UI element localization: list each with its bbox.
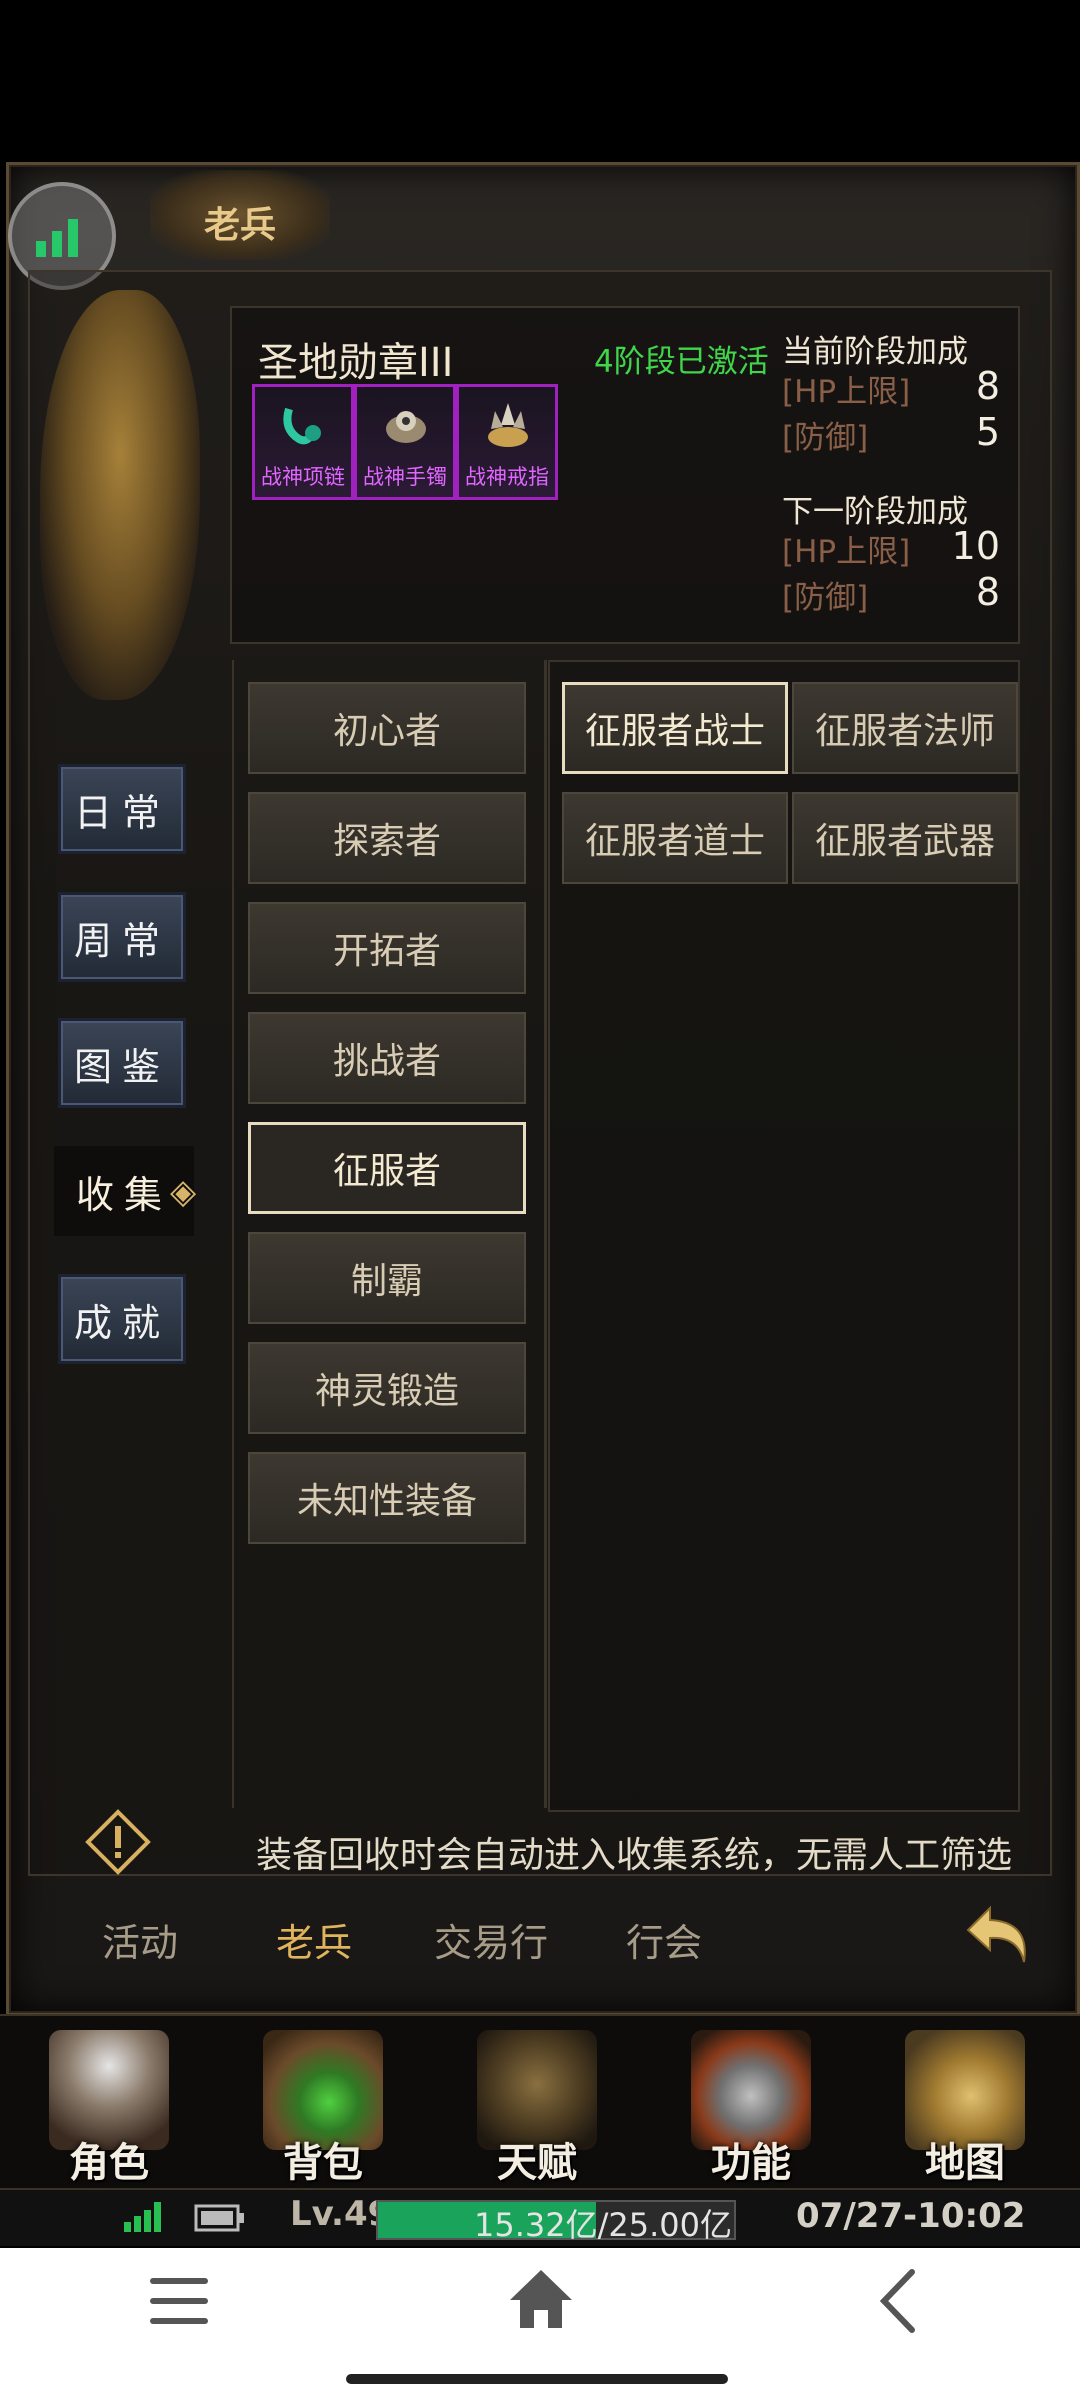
dragon-ornament [40,290,200,700]
menu-character[interactable]: 角色 [4,2020,214,2186]
signal-strength-icon [124,2202,161,2232]
category-button[interactable]: 探索者 [248,792,526,884]
item-label: 战神戒指 [465,465,549,489]
side-tab-codex[interactable]: 图鉴 [58,1018,186,1108]
home-indicator[interactable] [346,2374,728,2384]
medal-name: 圣地勋章III [258,340,454,386]
next-stat-value: 8 [975,570,1000,614]
item-label: 战神手镯 [363,465,447,489]
window-title: 老兵 [203,205,276,246]
next-stat-name: [防御] [782,580,869,616]
menu-label: 功能 [711,2140,791,2186]
ring-icon [488,403,528,447]
bracelet-icon [386,411,426,443]
exp-text: 15.32亿/25.00亿 [473,2206,732,2244]
category-button[interactable]: 初心者 [248,682,526,774]
menu-map[interactable]: 地图 [860,2020,1070,2186]
category-button[interactable]: 神灵锻造 [248,1342,526,1434]
menu-label: 天赋 [497,2140,577,2186]
subcategory-button[interactable]: 征服者道士 [562,792,788,884]
menu-icon[interactable] [144,2270,214,2332]
menu-label: 背包 [283,2140,363,2186]
menu-talent[interactable]: 天赋 [432,2020,642,2186]
category-button[interactable]: 挑战者 [248,1012,526,1104]
current-stat-name: [防御] [782,420,869,456]
back-arrow-icon[interactable] [960,1896,1040,1976]
tab-trading[interactable]: 交易行 [434,1912,548,1967]
item-slot-ring[interactable]: 战神戒指 [456,384,558,500]
battery-icon [194,2204,244,2232]
tab-veteran[interactable]: 老兵 [276,1912,352,1967]
subcategory-button[interactable]: 征服者法师 [792,682,1018,774]
category-button-active[interactable]: 征服者 [248,1122,526,1214]
menu-label: 角色 [69,2140,149,2186]
home-icon[interactable] [506,2264,576,2334]
tip-text: 装备回收时会自动进入收集系统，无需人工筛选 [256,1835,1013,1876]
game-clock: 07/27-10:02 [796,2196,1026,2236]
current-stat-name: [HP上限] [782,374,911,410]
tab-activities[interactable]: 活动 [102,1912,178,1967]
side-tab-daily[interactable]: 日常 [58,764,186,854]
item-slot-bracelet[interactable]: 战神手镯 [354,384,456,500]
current-stat-value: 5 [975,410,1000,454]
item-label: 战神项链 [261,465,345,489]
category-button[interactable]: 未知性装备 [248,1452,526,1544]
next-stat-value: 10 [951,524,1000,568]
menu-functions[interactable]: 功能 [646,2020,856,2186]
active-arrow-icon: ◈ [170,1172,197,1212]
stage-status: 4阶段已激活 [594,344,769,380]
category-button[interactable]: 制霸 [248,1232,526,1324]
side-tab-achievements[interactable]: 成就 [58,1274,186,1364]
signal-bars-icon [36,219,78,257]
subcategory-button[interactable]: 征服者武器 [792,792,1018,884]
subcategory-button-active[interactable]: 征服者战士 [562,682,788,774]
item-slot-necklace[interactable]: 战神项链 [252,384,354,500]
tab-guild[interactable]: 行会 [626,1912,702,1967]
next-stat-name: [HP上限] [782,534,911,570]
menu-label: 地图 [925,2140,1005,2186]
warning-icon [85,1809,151,1875]
side-tab-weekly[interactable]: 周常 [58,892,186,982]
necklace-icon [283,407,321,445]
menu-bag[interactable]: 背包 [218,2020,428,2186]
category-button[interactable]: 开拓者 [248,902,526,994]
current-stat-value: 8 [975,364,1000,408]
back-nav-icon[interactable] [872,2266,924,2336]
